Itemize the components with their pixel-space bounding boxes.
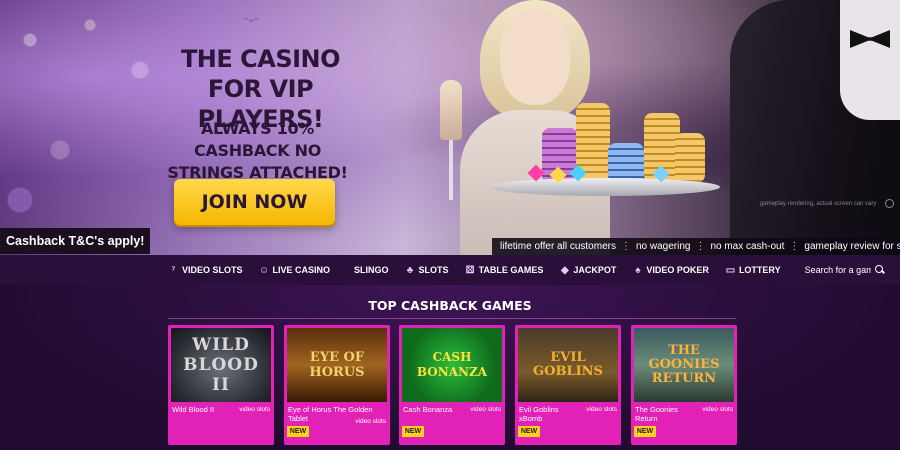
game-thumbnail[interactable]: EYE OF HORUS <box>287 328 387 402</box>
nav-label: LIVE CASINO <box>272 265 331 275</box>
term-item: lifetime offer all customers <box>500 241 616 252</box>
game-art: THE GOONIES RETURN <box>634 328 734 402</box>
nav-label: SLINGO <box>354 265 389 275</box>
game-category: video slots <box>702 406 733 413</box>
search-icon[interactable] <box>874 265 885 275</box>
search-input[interactable] <box>804 262 871 278</box>
nav-video-poker[interactable]: ♠ VIDEO POKER <box>632 265 709 276</box>
game-name: Evil Goblins xBomb <box>519 405 559 423</box>
term-separator: ⋮ <box>789 241 800 252</box>
game-art: EYE OF HORUS <box>287 328 387 402</box>
nav-label: SLOTS <box>418 265 449 275</box>
game-card[interactable]: THE GOONIES RETURN The Goonies Return vi… <box>631 325 737 445</box>
game-name: Cash Bonanza <box>403 405 453 414</box>
game-card[interactable]: WILD BLOOD II Wild Blood II video slots <box>168 325 274 445</box>
info-icon[interactable] <box>885 199 894 208</box>
game-category: video slots <box>586 406 617 413</box>
game-art: EVIL GOBLINS <box>518 328 618 402</box>
new-badge: NEW <box>287 426 309 437</box>
game-name: Wild Blood II <box>172 405 215 414</box>
game-card[interactable]: EYE OF HORUS Eye of Horus The Golden Tab… <box>284 325 390 445</box>
nav-live-casino[interactable]: ☺ LIVE CASINO <box>258 264 331 276</box>
game-card[interactable]: CASH BONANZA Cash Bonanza video slots NE… <box>399 325 505 445</box>
cards-icon: ♠ <box>635 264 641 276</box>
game-card[interactable]: EVIL GOBLINS Evil Goblins xBomb video sl… <box>515 325 621 445</box>
cashback-tc-link[interactable]: Cashback T&C's apply! <box>0 228 151 254</box>
main-content: TOP CASHBACK GAMES WILD BLOOD II Wild Bl… <box>0 285 900 450</box>
new-badge: NEW <box>402 426 424 437</box>
hero-banner: ⁻ᵕ⁻ THE CASINO FOR VIP PLAYERS! ALWAYS 1… <box>0 0 900 255</box>
777-icon: ⁷ <box>171 264 176 276</box>
game-thumbnail[interactable]: THE GOONIES RETURN <box>634 328 734 402</box>
new-badge: NEW <box>518 426 540 437</box>
game-thumbnail[interactable]: EVIL GOBLINS <box>518 328 618 402</box>
game-search <box>804 262 885 278</box>
nav-label: TABLE GAMES <box>478 265 544 275</box>
game-category-nav: ⁷ VIDEO SLOTS ☺ LIVE CASINO SLINGO ♣ SLO… <box>0 255 900 285</box>
nav-label: VIDEO POKER <box>646 265 709 275</box>
term-separator: ⋮ <box>620 241 631 252</box>
game-category: video slots <box>355 418 386 425</box>
title-ornament: ⁻ᵕ⁻ <box>243 16 261 27</box>
game-grid: WILD BLOOD II Wild Blood II video slots … <box>168 325 738 450</box>
game-category: video slots <box>470 406 501 413</box>
diamond-icon: ◆ <box>561 264 569 276</box>
nav-slingo[interactable]: SLINGO <box>354 265 389 275</box>
nav-slots[interactable]: ♣ SLOTS <box>405 265 449 276</box>
section-title: TOP CASHBACK GAMES <box>368 298 532 313</box>
hero-subtitle: ALWAYS 10% CASHBACK NO STRINGS ATTACHED! <box>167 119 348 182</box>
new-badge: NEW <box>634 426 656 437</box>
image-disclaimer: gameplay rendering, actual screen can va… <box>760 201 877 207</box>
game-category: video slots <box>239 406 270 413</box>
nav-lottery[interactable]: ▭ LOTTERY <box>725 265 781 276</box>
game-art: WILD BLOOD II <box>171 328 271 402</box>
champagne-glass-image <box>440 80 462 140</box>
section-divider <box>168 318 736 319</box>
cherry-icon: ♣ <box>406 264 414 276</box>
term-item: gameplay review for strategic or abusive… <box>804 241 900 252</box>
dice-icon: ⚄ <box>465 264 475 276</box>
game-name: The Goonies Return <box>635 405 678 423</box>
game-art: CASH BONANZA <box>402 328 502 402</box>
nav-label: LOTTERY <box>738 265 781 275</box>
gems-image <box>500 164 700 185</box>
nav-label: VIDEO SLOTS <box>182 265 243 275</box>
term-item: no max cash-out <box>710 241 785 252</box>
nav-jackpot[interactable]: ◆ JACKPOT <box>559 265 616 276</box>
game-thumbnail[interactable]: WILD BLOOD II <box>171 328 271 402</box>
nav-video-slots[interactable]: ⁷ VIDEO SLOTS <box>168 264 243 276</box>
term-item: no wagering <box>635 241 691 252</box>
waiter-image <box>730 0 900 255</box>
terms-bar: lifetime offer all customers ⋮ no wageri… <box>492 238 900 255</box>
ticket-icon: ▭ <box>725 264 736 276</box>
join-now-button[interactable]: JOIN NOW <box>174 179 335 225</box>
nav-table-games[interactable]: ⚄ TABLE GAMES <box>465 265 544 276</box>
nav-label: JACKPOT <box>573 265 617 275</box>
term-separator: ⋮ <box>695 241 706 252</box>
dealer-icon: ☺ <box>258 264 270 276</box>
game-thumbnail[interactable]: CASH BONANZA <box>402 328 502 402</box>
